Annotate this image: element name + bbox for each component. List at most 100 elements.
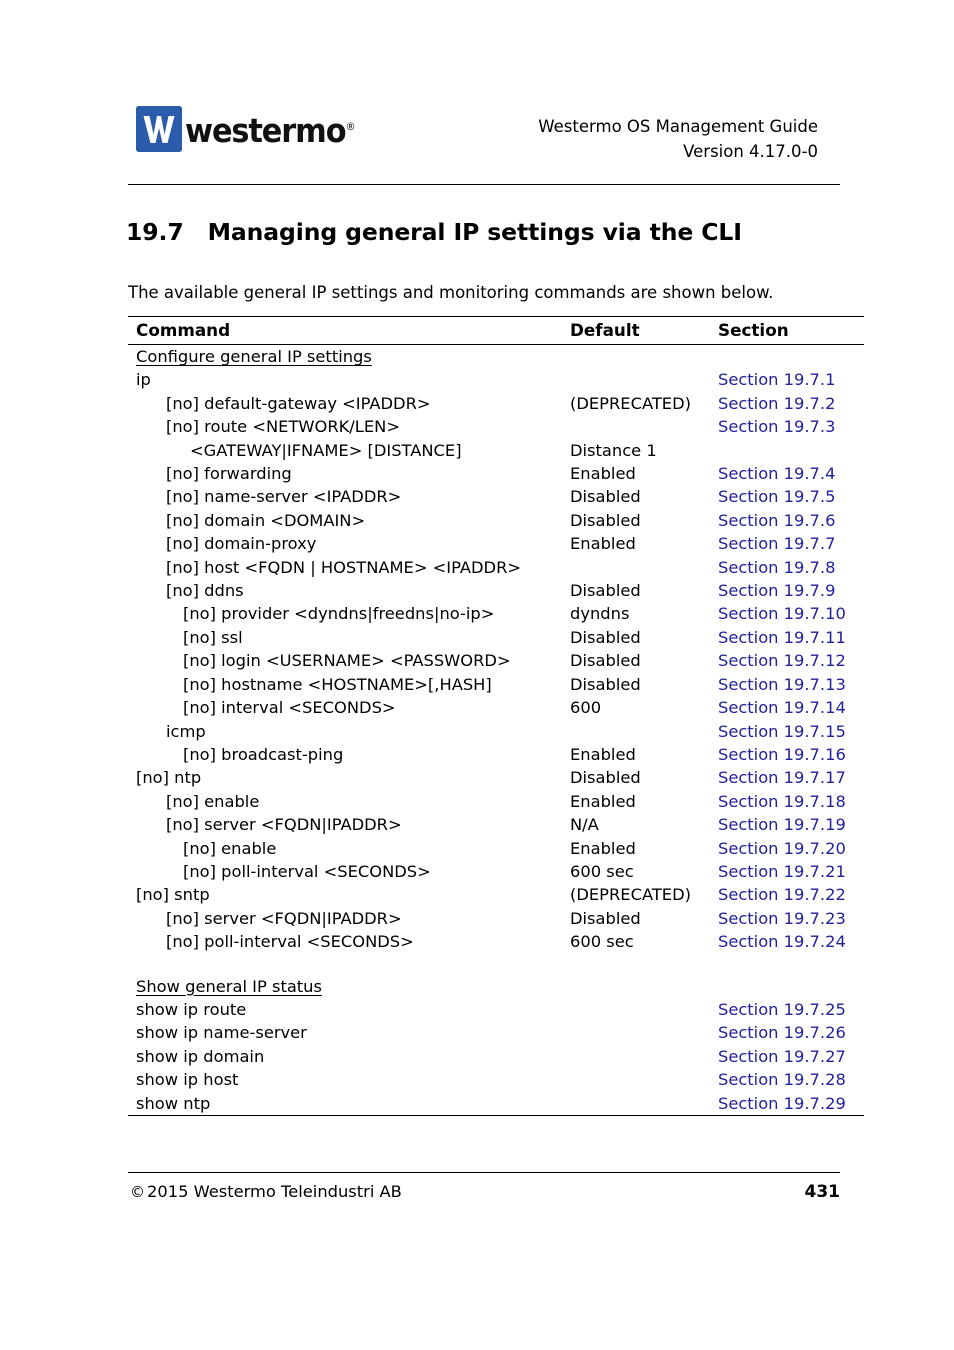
section-link[interactable]: Section 19.7.9 — [718, 581, 835, 600]
table-row: [no] route <NETWORK/LEN> Section 19.7.3 — [128, 415, 864, 438]
table-row: [no] poll-interval <SECONDS> 600 sec Secti… — [128, 860, 864, 883]
section-cell[interactable]: Section 19.7.28 — [716, 1068, 864, 1091]
default-cell — [568, 368, 716, 391]
command-text: show ntp — [136, 1093, 211, 1113]
section-cell[interactable]: Section 19.7.18 — [716, 790, 864, 813]
command-text: [no] host <FQDN | HOSTNAME> <IPADDR> — [166, 557, 522, 577]
default-cell — [568, 998, 716, 1021]
section-link[interactable]: Section 19.7.7 — [718, 534, 835, 553]
section-cell[interactable]: Section 19.7.23 — [716, 907, 864, 930]
command-text: <GATEWAY|IFNAME> [DISTANCE] — [190, 440, 462, 460]
table-group-heading-row: Configure general IP settings — [128, 345, 864, 368]
section-cell[interactable]: Section 19.7.6 — [716, 509, 864, 532]
section-cell[interactable]: Section 19.7.9 — [716, 579, 864, 602]
section-link[interactable]: Section 19.7.25 — [718, 1000, 846, 1019]
section-cell[interactable]: Section 19.7.22 — [716, 883, 864, 906]
section-link[interactable]: Section 19.7.13 — [718, 675, 846, 694]
section-link[interactable]: Section 19.7.23 — [718, 909, 846, 928]
section-cell[interactable]: Section 19.7.19 — [716, 813, 864, 836]
section-link[interactable]: Section 19.7.16 — [718, 745, 846, 764]
section-cell[interactable]: Section 19.7.3 — [716, 415, 864, 438]
section-cell[interactable]: Section 19.7.25 — [716, 998, 864, 1021]
section-link[interactable]: Section 19.7.29 — [718, 1094, 846, 1113]
section-cell[interactable]: Section 19.7.15 — [716, 720, 864, 743]
command-cell: [no] sntp — [128, 883, 568, 906]
command-text: [no] domain-proxy — [166, 534, 317, 554]
column-header-section: Section — [718, 320, 789, 340]
section-link[interactable]: Section 19.7.18 — [718, 792, 846, 811]
section-cell[interactable]: Section 19.7.1 — [716, 368, 864, 391]
command-cell: [no] domain <DOMAIN> — [128, 509, 568, 532]
command-text: [no] login <USERNAME> <PASSWORD> — [183, 651, 511, 671]
section-cell[interactable]: Section 19.7.29 — [716, 1092, 864, 1115]
section-cell[interactable]: Section 19.7.20 — [716, 837, 864, 860]
table-row: [no] provider <dyndns|freedns|no-ip> dynd… — [128, 602, 864, 625]
section-link[interactable]: Section 19.7.2 — [718, 394, 835, 413]
section-cell[interactable]: Section 19.7.17 — [716, 766, 864, 789]
section-cell[interactable]: Section 19.7.2 — [716, 392, 864, 415]
default-cell: 600 sec — [570, 932, 634, 952]
section-cell[interactable]: Section 19.7.27 — [716, 1045, 864, 1068]
section-link[interactable]: Section 19.7.20 — [718, 839, 846, 858]
section-link[interactable]: Section 19.7.21 — [718, 862, 846, 881]
command-text: [no] enable — [166, 791, 260, 811]
section-link[interactable]: Section 19.7.8 — [718, 558, 835, 577]
command-cell: [no] forwarding — [128, 462, 568, 485]
section-link[interactable]: Section 19.7.3 — [718, 417, 835, 436]
section-cell[interactable]: Section 19.7.12 — [716, 649, 864, 672]
section-cell[interactable]: Section 19.7.11 — [716, 626, 864, 649]
copyright-text: 2015 Westermo Teleindustri AB — [147, 1182, 402, 1201]
page-number: 431 — [804, 1182, 841, 1202]
table-row: [no] domain-proxy Enabled Section 19.7.7 — [128, 532, 864, 555]
default-cell — [568, 1021, 716, 1044]
section-link[interactable]: Section 19.7.14 — [718, 698, 846, 717]
section-cell[interactable]: Section 19.7.21 — [716, 860, 864, 883]
command-text: [no] ntp — [136, 768, 202, 788]
section-cell[interactable]: Section 19.7.14 — [716, 696, 864, 719]
table-group-heading: Configure general IP settings — [128, 345, 568, 368]
command-text: [no] server <FQDN|IPADDR> — [166, 815, 402, 835]
section-link[interactable]: Section 19.7.15 — [718, 722, 846, 741]
section-link[interactable]: Section 19.7.24 — [718, 932, 846, 951]
logo-wordmark: westermo® — [185, 104, 356, 154]
section-link[interactable]: Section 19.7.5 — [718, 487, 835, 506]
group-heading-label: Configure general IP settings — [136, 347, 372, 366]
section-cell[interactable]: Section 19.7.5 — [716, 485, 864, 508]
section-cell[interactable]: Section 19.7.13 — [716, 673, 864, 696]
command-text: [no] default-gateway <IPADDR> — [166, 393, 431, 413]
section-cell[interactable]: Section 19.7.7 — [716, 532, 864, 555]
section-link[interactable]: Section 19.7.11 — [718, 628, 846, 647]
command-cell: [no] poll-interval <SECONDS> — [128, 930, 568, 953]
command-text: [no] server <FQDN|IPADDR> — [166, 908, 402, 928]
spacer-cell — [128, 954, 864, 975]
section-link[interactable]: Section 19.7.4 — [718, 464, 835, 483]
section-link[interactable]: Section 19.7.17 — [718, 768, 846, 787]
table-row: [no] ssl Disabled Section 19.7.11 — [128, 626, 864, 649]
section-link[interactable]: Section 19.7.10 — [718, 604, 846, 623]
section-cell[interactable]: Section 19.7.26 — [716, 1021, 864, 1044]
column-header-default: Default — [570, 320, 640, 340]
section-link[interactable]: Section 19.7.6 — [718, 511, 835, 530]
section-cell[interactable]: Section 19.7.10 — [716, 602, 864, 625]
section-link[interactable]: Section 19.7.19 — [718, 815, 846, 834]
default-cell: 600 sec — [570, 861, 634, 881]
section-link[interactable]: Section 19.7.28 — [718, 1070, 846, 1089]
default-cell: Enabled — [570, 464, 636, 484]
section-link[interactable]: Section 19.7.27 — [718, 1047, 846, 1066]
section-link[interactable]: Section 19.7.12 — [718, 651, 846, 670]
command-text: [no] ssl — [183, 627, 243, 647]
command-cell: show ip name-server — [128, 1021, 568, 1044]
section-cell[interactable]: Section 19.7.8 — [716, 556, 864, 579]
section-cell[interactable]: Section 19.7.16 — [716, 743, 864, 766]
section-link[interactable]: Section 19.7.22 — [718, 885, 846, 904]
table-row: icmp Section 19.7.15 — [128, 720, 864, 743]
group-heading-label: Show general IP status — [136, 976, 322, 996]
default-cell: (DEPRECATED) — [570, 885, 691, 905]
section-cell[interactable]: Section 19.7.4 — [716, 462, 864, 485]
section-cell[interactable]: Section 19.7.24 — [716, 930, 864, 953]
default-cell: Disabled — [570, 581, 641, 601]
copyright-notice: © 2015 Westermo Teleindustri AB — [130, 1182, 402, 1201]
section-link[interactable]: Section 19.7.26 — [718, 1023, 846, 1042]
command-text: [no] interval <SECONDS> — [183, 698, 396, 718]
section-link[interactable]: Section 19.7.1 — [718, 370, 835, 389]
